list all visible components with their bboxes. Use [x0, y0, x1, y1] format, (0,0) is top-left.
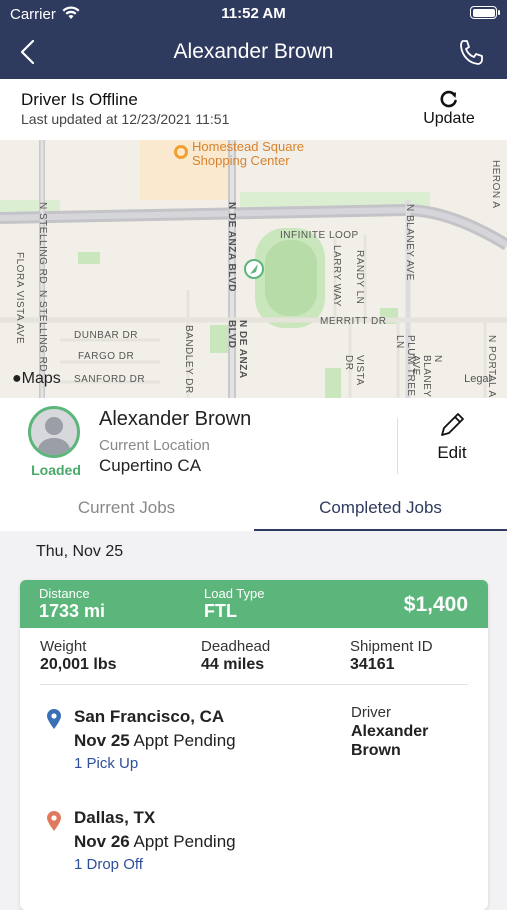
weight-label: Weight: [40, 638, 87, 655]
street-label: RANDY LN: [354, 250, 365, 305]
divider: [397, 418, 398, 474]
deadhead-label: Deadhead: [201, 638, 271, 655]
street-label: DUNBAR DR: [74, 330, 138, 341]
shipment-id-label: Shipment ID: [350, 638, 433, 655]
street-label: N DE ANZA BLVD: [226, 202, 237, 292]
tab-completed-jobs[interactable]: Completed Jobs: [254, 485, 507, 531]
status-bar: Carrier 11:52 AM: [0, 0, 507, 28]
weight-value: 20,001 lbs: [40, 656, 117, 673]
location-map[interactable]: Homestead Square Shopping Center N STELL…: [0, 140, 507, 398]
pickup-date: Nov 25 Appt Pending: [74, 731, 236, 750]
street-label: N STELLING RD: [37, 202, 48, 285]
divider: [40, 684, 468, 685]
nav-title: Alexander Brown: [173, 40, 334, 63]
dropoff-date: Nov 26 Appt Pending: [74, 832, 236, 851]
update-label: Update: [423, 110, 475, 127]
pickup-city: San Francisco, CA: [74, 707, 225, 726]
tab-current-jobs[interactable]: Current Jobs: [0, 485, 253, 531]
street-label: N PORTAL A: [486, 335, 497, 398]
distance-label: Distance: [39, 586, 90, 601]
pickup-pin-icon: [47, 709, 61, 729]
phone-icon[interactable]: [457, 38, 485, 68]
job-price: $1,400: [403, 593, 468, 616]
street-label: N STELLING RD: [37, 290, 48, 373]
location-value: Cupertino CA: [99, 456, 202, 475]
avatar: [28, 406, 80, 458]
edit-button[interactable]: Edit: [416, 410, 488, 463]
street-label: HERON A: [490, 160, 501, 209]
shipment-id-value: 34161: [350, 656, 395, 673]
load-type-label: Load Type: [204, 586, 265, 601]
date-heading: Thu, Nov 25: [36, 543, 124, 560]
street-label: LARRY WAY: [331, 245, 342, 307]
person-icon: [37, 417, 71, 455]
street-label: VISTA DR: [343, 355, 365, 386]
edit-label: Edit: [437, 443, 467, 462]
battery-icon: [470, 6, 500, 19]
load-type-value: FTL: [204, 601, 237, 621]
job-driver-name: Alexander Brown: [351, 723, 429, 759]
street-label: MERRITT DR: [320, 316, 387, 327]
location-label: Current Location: [99, 437, 210, 454]
street-label: N DE ANZA BLVD: [226, 320, 248, 379]
driver-summary-card: Loaded Alexander Brown Current Location …: [0, 398, 507, 485]
dropoff-city: Dallas, TX: [74, 808, 156, 827]
nav-header: Carrier 11:52 AM Alexander Brown: [0, 0, 507, 79]
job-card-header: Distance 1733 mi Load Type FTL $1,400: [20, 580, 488, 628]
dropoff-pin-icon: [47, 811, 61, 831]
poi-label: Homestead Square Shopping Center: [192, 140, 305, 168]
update-button[interactable]: Update: [419, 89, 479, 128]
distance-value: 1733 mi: [39, 601, 106, 621]
offline-title: Driver Is Offline: [21, 90, 138, 109]
job-driver-label: Driver: [351, 704, 391, 721]
street-label: PLUM TREE LN: [394, 335, 416, 397]
status-time: 11:52 AM: [221, 5, 286, 22]
street-label: FARGO DR: [78, 351, 135, 362]
job-card[interactable]: Distance 1733 mi Load Type FTL $1,400 We…: [20, 580, 488, 910]
apple-maps-logo: ●Maps: [12, 370, 61, 387]
pencil-icon: [441, 413, 464, 436]
street-label: SANFORD DR: [74, 374, 146, 385]
dropoff-link[interactable]: 1 Drop Off: [74, 856, 143, 873]
jobs-tabs: Current Jobs Completed Jobs: [0, 485, 507, 531]
apple-logo-icon: ●: [12, 370, 22, 387]
deadhead-value: 44 miles: [201, 656, 265, 673]
street-label: BANDLEY DR: [183, 325, 194, 394]
refresh-icon: [440, 90, 457, 108]
legal-link[interactable]: Legal: [464, 373, 491, 385]
last-updated-text: Last updated at 12/23/2021 11:51: [21, 111, 230, 127]
pickup-link[interactable]: 1 Pick Up: [74, 755, 138, 772]
driver-offline-bar: Driver Is Offline Last updated at 12/23/…: [0, 79, 507, 140]
driver-name: Alexander Brown: [99, 408, 252, 430]
driver-status-badge: Loaded: [31, 462, 81, 478]
street-label: FLORA VISTA AVE: [14, 252, 25, 345]
street-label: INFINITE LOOP: [280, 230, 359, 241]
street-label: N BLANEY AVE: [404, 204, 415, 281]
